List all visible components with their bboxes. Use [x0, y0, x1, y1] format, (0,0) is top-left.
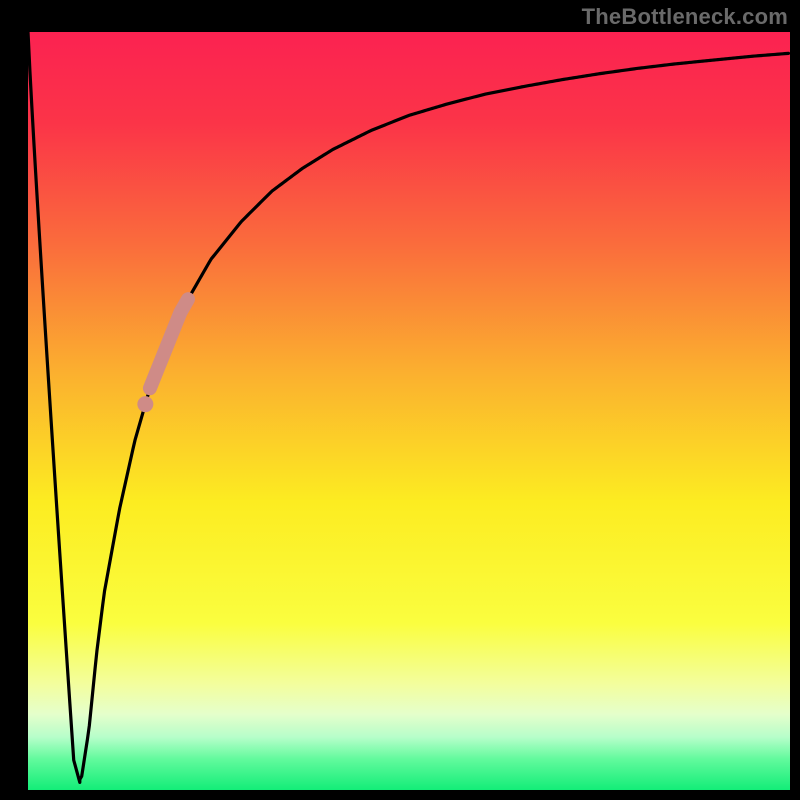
curve-layer — [28, 32, 790, 790]
attribution-text: TheBottleneck.com — [582, 4, 788, 30]
highlight-segment — [150, 299, 188, 388]
chart-stage: TheBottleneck.com — [0, 0, 800, 800]
highlight-dot — [137, 396, 153, 412]
plot-area — [28, 32, 790, 790]
